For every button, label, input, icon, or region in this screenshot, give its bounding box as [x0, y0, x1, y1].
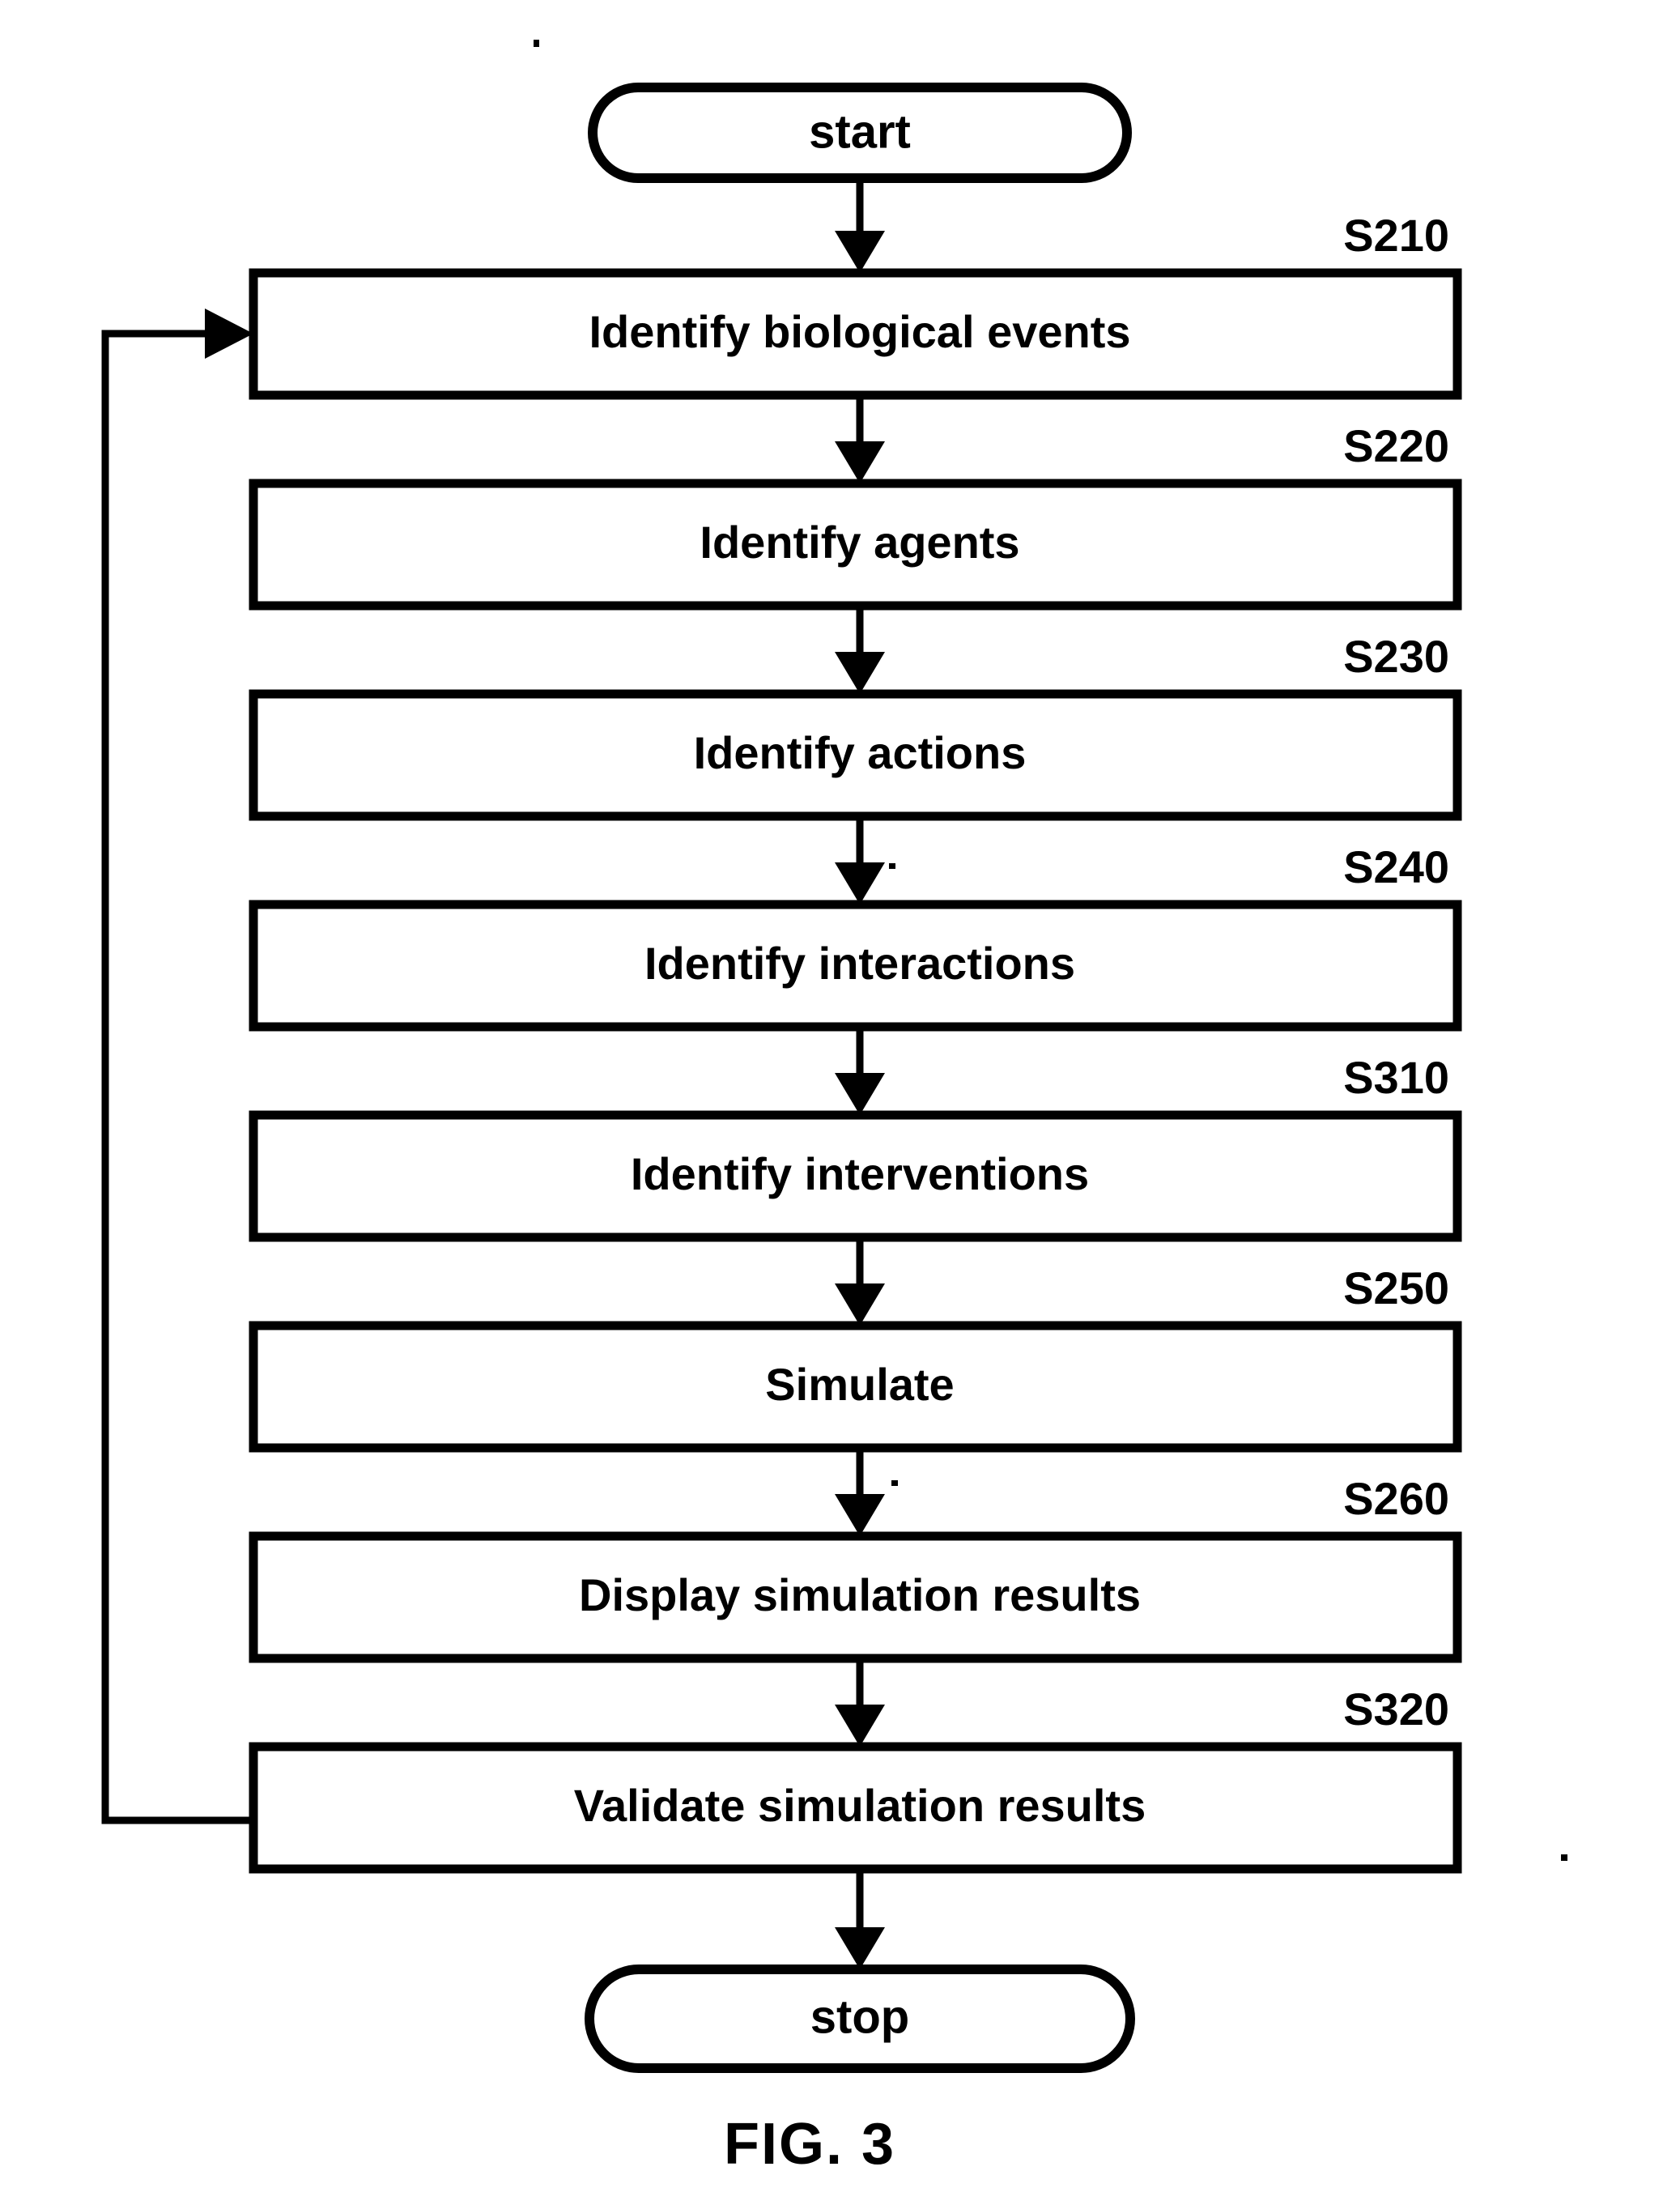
scan-speck [891, 1480, 898, 1486]
step-id-s220: S220 [1343, 420, 1449, 471]
step-id-s210: S210 [1343, 210, 1449, 261]
arrowhead-s230-to-s240 [835, 862, 885, 905]
step-id-s310: S310 [1343, 1052, 1449, 1103]
start-terminal-label: start [809, 105, 911, 158]
arrowhead-s260-to-s320 [835, 1705, 885, 1747]
arrowhead-feedback-to-s210 [205, 309, 253, 359]
figure-caption: FIG. 3 [724, 2112, 895, 2177]
arrowhead-s310-to-s250 [835, 1283, 885, 1326]
arrowhead-start-to-s210 [835, 231, 885, 273]
arrowhead-s220-to-s230 [835, 652, 885, 694]
process-label-s310: Identify interventions [631, 1148, 1089, 1199]
process-label-s240: Identify interactions [644, 938, 1075, 989]
step-id-s320: S320 [1343, 1684, 1449, 1735]
process-label-s260: Display simulation results [579, 1569, 1141, 1620]
arrowhead-s320-to-stop [835, 1927, 885, 1969]
scan-speck [1561, 1854, 1567, 1861]
stop-terminal-label: stop [810, 1990, 909, 2043]
step-id-s240: S240 [1343, 841, 1449, 892]
arrowhead-s250-to-s260 [835, 1494, 885, 1536]
process-label-s320: Validate simulation results [574, 1780, 1146, 1831]
figure-page: start Identify biological events S210 Id… [0, 0, 1680, 2205]
scan-speck [889, 863, 895, 869]
feedback-connector-s320-to-s210 [101, 330, 253, 1824]
step-id-s230: S230 [1343, 631, 1449, 682]
process-label-s250: Simulate [765, 1359, 954, 1410]
process-label-s230: Identify actions [694, 727, 1027, 778]
step-id-s260: S260 [1343, 1473, 1449, 1524]
arrowhead-s210-to-s220 [835, 441, 885, 483]
arrowhead-s240-to-s310 [835, 1073, 885, 1115]
step-id-s250: S250 [1343, 1262, 1449, 1313]
process-label-s210: Identify biological events [589, 306, 1130, 357]
scan-speck [534, 40, 539, 47]
process-label-s220: Identify agents [700, 517, 1019, 568]
flowchart-canvas: start Identify biological events S210 Id… [101, 40, 1567, 2177]
